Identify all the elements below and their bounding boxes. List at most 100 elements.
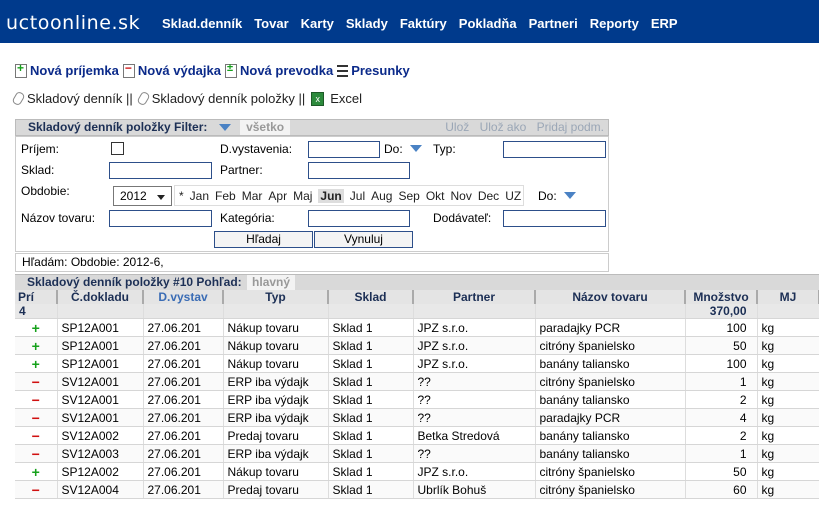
table-row[interactable]: + SP12A001 27.06.201 Nákup tovaru Sklad 1 JPZ… [15,354,819,373]
period-to-dropdown-icon[interactable] [564,192,576,199]
search-button[interactable]: Hľadaj [214,231,313,248]
row-partner: JPZ s.r.o. [413,318,536,337]
row-type: ERP iba výdajk [223,444,329,463]
row-partner: JPZ s.r.o. [413,354,536,373]
excel-export-link[interactable]: Excel [330,91,362,106]
date-to-dropdown-icon[interactable] [410,145,422,152]
warehouse-input[interactable] [109,162,212,179]
filter-save-as-link[interactable]: Ulož ako [480,120,527,134]
col-header-issue-date[interactable]: D.vystav [143,290,224,304]
month-all[interactable]: * [179,189,184,203]
row-type: ERP iba výdajk [223,408,329,427]
table-row[interactable]: − SV12A004 27.06.201 Predaj tovaru Sklad 1 Ub… [15,480,819,499]
table-row[interactable]: − SV12A002 27.06.201 Predaj tovaru Sklad 1 Be… [15,426,819,445]
row-doc-number: SP12A001 [57,318,144,337]
nav-tovar[interactable]: Tovar [254,16,288,31]
row-type: Predaj tovaru [223,426,329,445]
nav-partneri[interactable]: Partneri [529,16,578,31]
col-header-prijem[interactable]: Prí [15,290,58,304]
table-row[interactable]: − SV12A003 27.06.201 ERP iba výdajk Sklad 1?… [15,444,819,463]
row-issue-date: 27.06.201 [143,318,224,337]
row-quantity: 50 [685,462,758,481]
row-warehouse: Sklad 1 [328,444,414,463]
reset-button[interactable]: Vynuluj [314,231,413,248]
date-to-label: Do: [384,142,403,156]
month-jan[interactable]: Jan [190,189,209,203]
row-issue-date: 27.06.201 [143,372,224,391]
journal-link[interactable]: Skladový denník || [27,91,133,106]
new-receipt-link[interactable]: Nová príjemka [15,61,119,78]
row-quantity: 100 [685,354,758,373]
month-nov[interactable]: Nov [451,189,472,203]
table-row[interactable]: − SV12A001 27.06.201 ERP iba výdajk Sklad 1?… [15,372,819,391]
col-header-quantity[interactable]: Množstvo [685,290,758,304]
row-type: Predaj tovaru [223,480,329,499]
main-menu: Sklad.denník Tovar Karty Sklady Faktúry … [162,16,678,31]
row-quantity: 60 [685,480,758,499]
row-sign: + [15,318,58,337]
month-uz[interactable]: UZ [505,189,521,203]
month-apr[interactable]: Apr [268,189,287,203]
month-dec[interactable]: Dec [478,189,499,203]
transfers-link[interactable]: Presunky [337,63,410,78]
month-mar[interactable]: Mar [242,189,263,203]
app-logo[interactable]: uctoonline.sk [6,12,140,34]
product-input[interactable] [109,210,212,227]
col-header-doc-number[interactable]: Č.dokladu [57,290,144,304]
excel-icon: x [311,91,325,106]
filter-save-link[interactable]: Ulož [445,120,469,134]
month-jul[interactable]: Jul [350,189,365,203]
month-jun[interactable]: Jun [318,188,344,203]
transfers-label: Presunky [351,63,410,78]
row-unit: kg [757,372,819,391]
filter-toggle-arrow-icon[interactable] [218,124,231,132]
nav-sklady[interactable]: Sklady [346,16,388,31]
row-issue-date: 27.06.201 [143,444,224,463]
filter-add-condition-link[interactable]: Pridaj podm. [537,120,604,134]
category-input[interactable] [308,210,410,227]
month-maj[interactable]: Maj [293,189,312,203]
nav-karty[interactable]: Karty [301,16,334,31]
row-quantity: 100 [685,318,758,337]
new-transfer-link[interactable]: Nová prevodka [224,62,333,78]
month-okt[interactable]: Okt [426,189,445,203]
prijem-checkbox[interactable] [111,142,124,155]
month-sep[interactable]: Sep [398,189,419,203]
table-row[interactable]: + SP12A001 27.06.201 Nákup tovaru Sklad 1 JPZ… [15,336,819,355]
col-header-unit[interactable]: MJ [757,290,819,304]
supplier-input[interactable] [503,210,606,227]
row-warehouse: Sklad 1 [328,480,414,499]
table-row[interactable]: + SP12A002 27.06.201 Nákup tovaru Sklad 1 JPZ… [15,462,819,481]
grid-title: Skladový denník položky #10 Pohľad: [27,275,242,289]
nav-reporty[interactable]: Reporty [590,16,639,31]
col-header-partner[interactable]: Partner [413,290,536,304]
type-input[interactable] [503,141,606,158]
row-issue-date: 27.06.201 [143,354,224,373]
paperclip-icon [136,90,151,107]
month-feb[interactable]: Feb [215,189,236,203]
nav-pokladna[interactable]: Pokladňa [459,16,517,31]
journal-items-link[interactable]: Skladový denník položky || [152,91,305,106]
year-select[interactable]: 2012 [113,186,172,206]
col-header-warehouse[interactable]: Sklad [328,290,414,304]
row-issue-date: 27.06.201 [143,390,224,409]
nav-sklad-dennik[interactable]: Sklad.denník [162,16,242,31]
nav-erp[interactable]: ERP [651,16,678,31]
col-header-product[interactable]: Názov tovaru [535,290,686,304]
month-aug[interactable]: Aug [371,189,392,203]
row-issue-date: 27.06.201 [143,480,224,499]
nav-faktury[interactable]: Faktúry [400,16,447,31]
year-select-value: 2012 [120,189,147,203]
col-header-type[interactable]: Typ [223,290,329,304]
grid-view-selector[interactable]: hlavný [247,275,296,290]
row-product: banány taliansko [535,354,686,373]
date-from-input[interactable] [308,141,380,158]
row-quantity: 2 [685,426,758,445]
table-row[interactable]: − SV12A001 27.06.201 ERP iba výdajk Sklad 1?… [15,390,819,409]
filter-preset-all[interactable]: všetko [240,120,291,135]
new-issue-link[interactable]: Nová výdajka [122,61,221,78]
table-row[interactable]: + SP12A001 27.06.201 Nákup tovaru Sklad 1 JPZ… [15,318,819,337]
table-row[interactable]: − SV12A001 27.06.201 ERP iba výdajk Sklad 1?… [15,408,819,427]
journal-items-table: Prí Č.dokladu D.vystav Typ Sklad Partner… [15,290,819,499]
partner-input[interactable] [308,162,410,179]
